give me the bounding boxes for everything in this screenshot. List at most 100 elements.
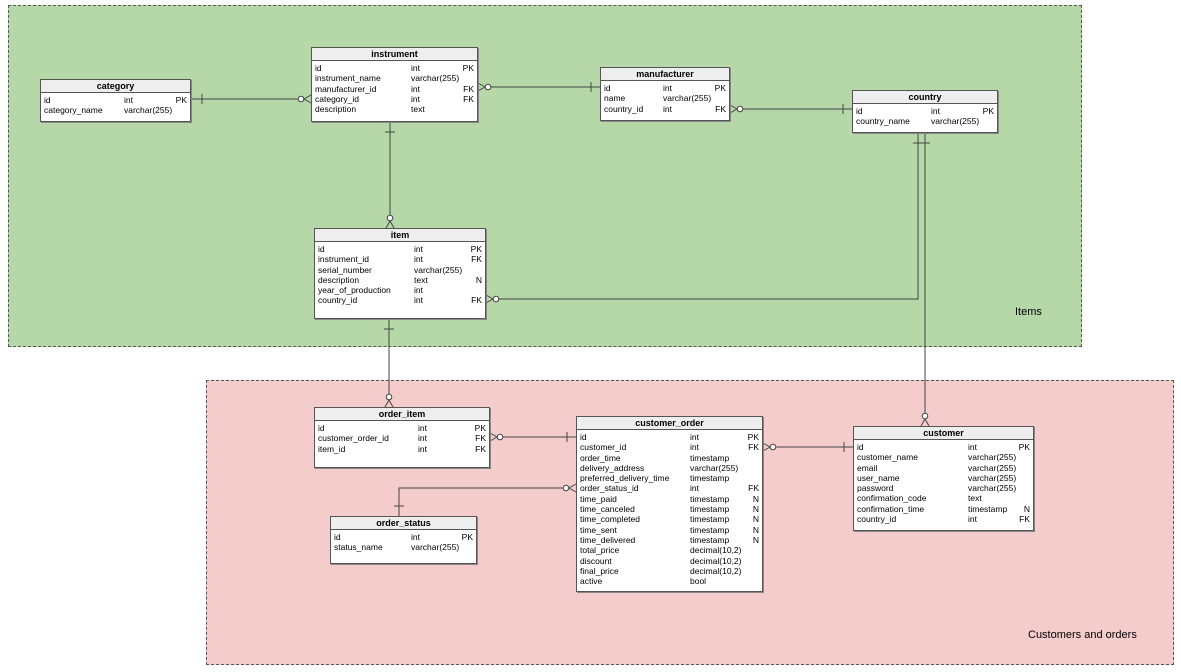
column-row[interactable]: time_sent timestamp N xyxy=(580,525,759,535)
column-name: instrument_name xyxy=(315,73,381,84)
entity-title: item xyxy=(315,229,485,242)
column-row[interactable]: instrument_id int FK xyxy=(318,254,482,264)
column-row[interactable]: id int PK xyxy=(857,442,1030,452)
column-row[interactable]: description text xyxy=(315,104,474,114)
entity-customer[interactable]: customer id int PK customer_name varchar(255)… xyxy=(853,426,1034,531)
column-row[interactable]: id int PK xyxy=(315,63,474,73)
column-type: decimal(10,2) xyxy=(690,565,742,576)
entity-title: customer xyxy=(854,427,1033,440)
column-row[interactable]: discount decimal(10,2) xyxy=(580,556,759,566)
column-type: int xyxy=(411,93,420,104)
column-name: description xyxy=(318,274,360,285)
column-type: int xyxy=(124,95,133,105)
column-key: FK xyxy=(471,254,482,265)
entity-item[interactable]: item id int PK instrument_id int FK serial_numb… xyxy=(314,228,486,319)
column-name: confirmation_code xyxy=(857,493,927,504)
column-type: varchar(255) xyxy=(124,105,173,116)
many-optional-marker xyxy=(297,94,312,104)
column-key: FK xyxy=(1019,514,1030,525)
column-row[interactable]: customer_id int FK xyxy=(580,442,759,452)
column-key: PK xyxy=(470,244,482,254)
entity-category[interactable]: category id int PK category_name varchar(255) xyxy=(40,79,191,122)
column-row[interactable]: manufacturer_id int FK xyxy=(315,84,474,94)
column-row[interactable]: country_name varchar(255) xyxy=(856,116,994,126)
column-row[interactable]: time_paid timestamp N xyxy=(580,494,759,504)
column-row[interactable]: country_id int FK xyxy=(857,514,1030,524)
entity-title: country xyxy=(853,91,997,104)
column-row[interactable]: id int PK xyxy=(334,532,473,542)
column-type: varchar(255) xyxy=(411,542,460,553)
column-key: FK xyxy=(748,483,759,494)
entity-title: customer_order xyxy=(577,417,762,430)
entity-country[interactable]: country id int PK country_name varchar(255) xyxy=(852,90,998,133)
column-row[interactable]: user_name varchar(255) xyxy=(857,473,1030,483)
entity-customer-order[interactable]: customer_order id int PK customer_id int FK ord… xyxy=(576,416,763,592)
column-key: N xyxy=(1023,503,1030,514)
column-type: int xyxy=(663,83,672,93)
column-row[interactable]: name varchar(255) xyxy=(604,93,726,103)
entity-manufacturer[interactable]: manufacturer id int PK name varchar(255) count… xyxy=(600,67,730,121)
column-row[interactable]: id int PK xyxy=(580,432,759,442)
entity-order-item[interactable]: order_item id int PK customer_order_id int FK i… xyxy=(314,407,490,468)
column-name: country_id xyxy=(857,514,897,525)
column-key: FK xyxy=(475,443,486,454)
column-type: int xyxy=(411,83,420,94)
column-key: PK xyxy=(747,432,759,442)
column-name: category_name xyxy=(44,105,103,116)
column-name: customer_name xyxy=(857,452,918,463)
column-type: timestamp xyxy=(690,534,730,545)
entity-order-status[interactable]: order_status id int PK status_name varchar(25… xyxy=(330,516,477,564)
column-key: FK xyxy=(463,93,474,104)
column-row[interactable]: preferred_delivery_time timestamp xyxy=(580,473,759,483)
column-type: decimal(10,2) xyxy=(690,545,742,556)
column-row[interactable]: status_name varchar(255) xyxy=(334,542,473,552)
column-row[interactable]: id int PK xyxy=(318,244,482,254)
column-row[interactable]: id int PK xyxy=(856,106,994,116)
column-row[interactable]: confirmation_code text xyxy=(857,493,1030,503)
column-row[interactable]: customer_order_id int FK xyxy=(318,433,486,443)
entity-instrument[interactable]: instrument id int PK instrument_name varchar(… xyxy=(311,47,478,122)
column-row[interactable]: email varchar(255) xyxy=(857,463,1030,473)
column-row[interactable]: serial_number varchar(255) xyxy=(318,265,482,275)
column-row[interactable]: final_price decimal(10,2) xyxy=(580,566,759,576)
column-row[interactable]: id int PK xyxy=(318,423,486,433)
column-row[interactable]: time_completed timestamp N xyxy=(580,514,759,524)
column-type: timestamp xyxy=(690,524,730,535)
column-row[interactable]: year_of_production int xyxy=(318,285,482,295)
many-optional-marker xyxy=(920,412,930,427)
column-row[interactable]: order_status_id int FK xyxy=(580,483,759,493)
column-row[interactable]: category_id int FK xyxy=(315,94,474,104)
column-row[interactable]: confirmation_time timestamp N xyxy=(857,504,1030,514)
column-type: decimal(10,2) xyxy=(690,555,742,566)
column-row[interactable]: time_delivered timestamp N xyxy=(580,535,759,545)
column-type: varchar(255) xyxy=(931,116,980,127)
column-row[interactable]: customer_name varchar(255) xyxy=(857,452,1030,462)
column-row[interactable]: order_time timestamp xyxy=(580,453,759,463)
column-name: id xyxy=(44,95,51,105)
column-row[interactable]: total_price decimal(10,2) xyxy=(580,545,759,555)
column-row[interactable]: time_canceled timestamp N xyxy=(580,504,759,514)
column-row[interactable]: password varchar(255) xyxy=(857,483,1030,493)
column-name: active xyxy=(580,576,603,587)
column-row[interactable]: id int PK xyxy=(44,95,187,105)
column-row[interactable]: delivery_address varchar(255) xyxy=(580,463,759,473)
column-key: FK xyxy=(748,442,759,453)
column-row[interactable]: instrument_name varchar(255) xyxy=(315,73,474,83)
column-name: id xyxy=(857,442,864,452)
column-row[interactable]: category_name varchar(255) xyxy=(44,105,187,115)
column-row[interactable]: country_id int FK xyxy=(318,295,482,305)
column-type: timestamp xyxy=(968,503,1008,514)
column-key: PK xyxy=(175,95,187,105)
column-key: N xyxy=(752,504,759,515)
column-name: order_status_id xyxy=(580,483,639,494)
column-name: password xyxy=(857,483,894,494)
column-row[interactable]: country_id int FK xyxy=(604,104,726,114)
column-row[interactable]: description text N xyxy=(318,275,482,285)
column-key: N xyxy=(752,514,759,525)
column-name: time_sent xyxy=(580,524,617,535)
column-row[interactable]: active bool xyxy=(580,576,759,586)
column-type: int xyxy=(690,432,699,442)
column-row[interactable]: item_id int FK xyxy=(318,444,486,454)
column-row[interactable]: id int PK xyxy=(604,83,726,93)
entity-title: order_item xyxy=(315,408,489,421)
